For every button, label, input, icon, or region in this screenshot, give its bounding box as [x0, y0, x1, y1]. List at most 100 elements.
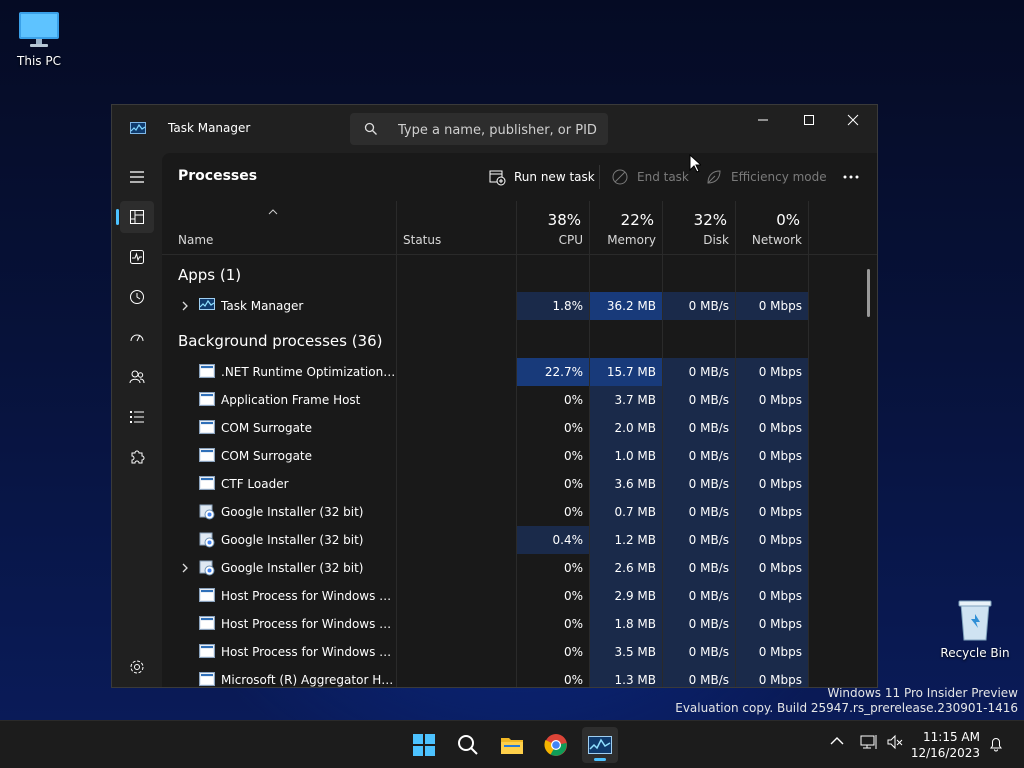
disk-value: 0 MB/s	[663, 638, 735, 666]
maximize-icon	[804, 115, 814, 125]
disk-value: 0 MB/s	[663, 582, 735, 610]
cpu-value: 0%	[563, 421, 583, 435]
process-icon	[199, 448, 215, 464]
notifications-button[interactable]	[988, 736, 1004, 755]
desktop-icon-this-pc[interactable]: This PC	[4, 10, 74, 68]
search-box[interactable]	[350, 113, 608, 145]
process-row[interactable]: Host Process for Windows Tasks 0% 1.8 MB 0 …	[162, 610, 809, 638]
end-task-button[interactable]: End task	[611, 167, 689, 187]
page-title: Processes	[178, 168, 258, 184]
network-value: 0 Mbps	[736, 498, 808, 526]
show-hidden-icons-button[interactable]	[830, 735, 844, 749]
process-row[interactable]: .NET Runtime Optimization Se... 22.7% 15.7…	[162, 358, 809, 386]
task-manager-taskbar-button[interactable]	[582, 727, 618, 763]
chrome-button[interactable]	[538, 727, 574, 763]
process-name: CTF Loader	[221, 477, 289, 491]
process-row[interactable]: Google Installer (32 bit) 0.4% 1.2 MB 0 MB/…	[162, 526, 809, 554]
volume-button[interactable]	[886, 734, 904, 753]
window-title: Task Manager	[168, 121, 251, 135]
column-header-network[interactable]: 0% Network	[736, 201, 808, 254]
process-row[interactable]: Host Process for Windows Tasks 0% 3.5 MB 0 …	[162, 638, 809, 666]
process-row[interactable]: Google Installer (32 bit) 0% 0.7 MB 0 MB/s 0…	[162, 498, 809, 526]
disk-value: 0 MB/s	[663, 414, 735, 442]
nav-startup-apps[interactable]	[120, 321, 154, 353]
process-row[interactable]: Task Manager 1.8% 36.2 MB 0 MB/s 0 Mbps	[162, 292, 809, 320]
search-input[interactable]	[396, 119, 600, 141]
memory-value: 1.0 MB	[590, 442, 662, 470]
details-icon	[130, 411, 144, 423]
chevron-up-icon	[830, 737, 844, 745]
start-button[interactable]	[406, 727, 442, 763]
hamburger-menu-button[interactable]	[120, 161, 154, 193]
clock-date: 12/16/2023	[910, 746, 980, 760]
nav-performance[interactable]	[120, 241, 154, 273]
disk-value: 0 MB/s	[663, 526, 735, 554]
chevron-right-icon[interactable]	[180, 300, 190, 312]
file-explorer-button[interactable]	[494, 727, 530, 763]
minimize-button[interactable]	[740, 105, 786, 135]
column-header-memory[interactable]: 22% Memory	[590, 201, 662, 254]
process-row[interactable]: COM Surrogate 0% 1.0 MB 0 MB/s 0 Mbps	[162, 442, 809, 470]
column-header-disk[interactable]: 32% Disk	[663, 201, 735, 254]
efficiency-mode-label: Efficiency mode	[731, 170, 827, 184]
leaf-icon	[707, 170, 721, 184]
cpu-value: 0%	[563, 617, 583, 631]
process-list[interactable]: Apps (1) Task Manager 1.8% 36.2 MB 0 MB/s 0 …	[162, 254, 877, 687]
performance-icon	[130, 250, 144, 264]
run-new-task-button[interactable]: Run new task	[488, 167, 595, 187]
taskbar-search-button[interactable]	[450, 727, 486, 763]
nav-processes[interactable]	[116, 201, 154, 233]
active-indicator	[116, 209, 119, 225]
network-status-button[interactable]	[860, 734, 878, 753]
network-value: 0 Mbps	[736, 386, 808, 414]
process-row[interactable]: Google Installer (32 bit) 0% 2.6 MB 0 MB/s 0…	[162, 554, 809, 582]
process-row[interactable]: Microsoft (R) Aggregator Host 0% 1.3 MB 0 M…	[162, 666, 809, 687]
task-manager-icon	[588, 736, 612, 754]
installer-icon	[199, 560, 215, 576]
process-row[interactable]: Application Frame Host 0% 3.7 MB 0 MB/s 0 Mb…	[162, 386, 809, 414]
nav-services[interactable]	[120, 441, 154, 473]
column-header-status[interactable]: Status	[397, 201, 516, 254]
process-name: Host Process for Windows Tasks	[221, 617, 396, 631]
nav-app-history[interactable]	[120, 281, 154, 313]
clock[interactable]: 11:15 AM 12/16/2023	[911, 729, 980, 761]
column-network-label: Network	[751, 233, 802, 247]
search-icon	[458, 735, 478, 755]
network-value: 0 Mbps	[736, 582, 808, 610]
column-header-name[interactable]: Name	[162, 201, 396, 254]
chevron-right-icon[interactable]	[180, 562, 190, 574]
nav-users[interactable]	[120, 361, 154, 393]
memory-value: 1.3 MB	[590, 666, 662, 687]
process-row[interactable]: COM Surrogate 0% 2.0 MB 0 MB/s 0 Mbps	[162, 414, 809, 442]
maximize-button[interactable]	[786, 105, 832, 135]
desktop-icon-recycle-bin[interactable]: Recycle Bin	[940, 598, 1010, 660]
group-header-apps[interactable]: Apps (1)	[178, 266, 241, 284]
start-icon	[413, 734, 435, 756]
users-icon	[129, 370, 145, 384]
process-icon	[199, 616, 215, 632]
taskbar: 11:15 AM 12/16/2023	[0, 720, 1024, 768]
close-button[interactable]	[830, 105, 876, 135]
process-row[interactable]: Host Process for Windows Tasks 0% 2.9 MB 0 …	[162, 582, 809, 610]
network-value: 0 Mbps	[736, 666, 808, 687]
nav-details[interactable]	[120, 401, 154, 433]
column-header-cpu[interactable]: 38% CPU	[517, 201, 589, 254]
vertical-scrollbar[interactable]	[867, 269, 870, 317]
memory-value: 2.6 MB	[590, 554, 662, 582]
process-name: Microsoft (R) Aggregator Host	[221, 673, 396, 687]
watermark-line2: Evaluation copy. Build 25947.rs_prerelea…	[675, 701, 1018, 715]
more-icon	[843, 175, 859, 179]
taskmanager-icon	[199, 298, 215, 314]
watermark-line1: Windows 11 Pro Insider Preview	[827, 686, 1018, 700]
disk-value: 0 MB/s	[663, 610, 735, 638]
process-row[interactable]: CTF Loader 0% 3.6 MB 0 MB/s 0 Mbps	[162, 470, 809, 498]
more-options-button[interactable]	[842, 167, 860, 187]
group-header-background[interactable]: Background processes (36)	[178, 332, 383, 350]
nav-settings[interactable]	[120, 651, 154, 683]
disk-value: 0 MB/s	[663, 386, 735, 414]
network-value: 0 Mbps	[736, 358, 808, 386]
efficiency-mode-button[interactable]: Efficiency mode	[705, 167, 827, 187]
installer-icon	[199, 532, 215, 548]
network-value: 0 Mbps	[736, 442, 808, 470]
title-bar[interactable]: Task Manager	[112, 105, 877, 153]
